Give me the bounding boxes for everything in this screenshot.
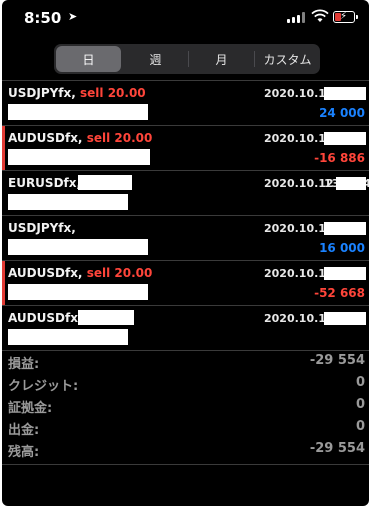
- symbol-text: EURUSDfx,: [8, 176, 82, 190]
- summary-value: 0: [355, 375, 365, 390]
- period-segmented-control[interactable]: 日 週 月 カスタム: [54, 44, 320, 74]
- trade-row[interactable]: AUDUSDfx, sell 20.00 2020.10.12 -52 668: [2, 261, 369, 306]
- battery-icon: ⚡: [333, 11, 358, 23]
- redaction-box: [8, 284, 148, 300]
- redaction-box: [78, 175, 132, 190]
- location-arrow-icon: ➤: [68, 10, 78, 23]
- trade-symbol: AUDUSDfx,: [8, 311, 83, 325]
- redaction-box: [78, 310, 134, 325]
- symbol-text: USDJPYfx,: [8, 86, 76, 100]
- trade-profit: 24 000: [319, 106, 365, 120]
- trade-profit: -16 886: [314, 151, 365, 165]
- redaction-box: [324, 87, 366, 100]
- trade-symbol: AUDUSDfx, sell 20.00: [8, 131, 152, 145]
- summary-value: -29 554: [309, 353, 365, 368]
- trade-symbol: USDJPYfx,: [8, 221, 76, 235]
- trade-symbol: AUDUSDfx, sell 20.00: [8, 266, 152, 280]
- summary-value: 0: [355, 419, 365, 434]
- summary-row: 出金: 0: [2, 417, 369, 439]
- tab-day[interactable]: 日: [56, 46, 121, 72]
- tab-custom[interactable]: カスタム: [255, 44, 320, 74]
- wifi-icon: [311, 9, 329, 22]
- redaction-box: [324, 267, 366, 280]
- summary-label: 出金:: [8, 423, 40, 438]
- trade-history-list: USDJPYfx, sell 20.00 2020.10.12 24 000 A…: [2, 80, 369, 351]
- redaction-box: [8, 329, 128, 345]
- summary-label: 証拠金:: [8, 401, 53, 416]
- redaction-box: [8, 104, 148, 120]
- trade-row[interactable]: EURUSDfx, 2020.10.12 13:09:49: [2, 171, 369, 216]
- summary-label: 残高:: [8, 445, 40, 460]
- trade-row[interactable]: USDJPYfx, 2020.10.12 16 000: [2, 216, 369, 261]
- redaction-box: [324, 132, 366, 145]
- trade-profit: 16 000: [319, 241, 365, 255]
- summary-label: 損益:: [8, 357, 40, 372]
- trade-side: sell 20.00: [80, 86, 146, 100]
- trade-row[interactable]: AUDUSDfx, 2020.10.12: [2, 306, 369, 351]
- summary-row: 残高: -29 554: [2, 439, 369, 461]
- loss-indicator-bar: [2, 126, 5, 170]
- redaction-box: [8, 194, 128, 210]
- tab-month[interactable]: 月: [189, 44, 254, 74]
- summary-row: クレジット: 0: [2, 373, 369, 395]
- summary-label: クレジット:: [8, 379, 79, 394]
- symbol-text: USDJPYfx,: [8, 221, 76, 235]
- symbol-text: AUDUSDfx,: [8, 311, 83, 325]
- trade-symbol: USDJPYfx, sell 20.00: [8, 86, 146, 100]
- account-summary: 損益: -29 554 クレジット: 0 証拠金: 0 出金: 0 残高: -2…: [2, 351, 369, 461]
- summary-row: 損益: -29 554: [2, 351, 369, 373]
- redaction-box: [336, 177, 366, 190]
- loss-indicator-bar: [2, 261, 5, 305]
- status-time: 8:50: [24, 9, 62, 27]
- symbol-text: AUDUSDfx,: [8, 266, 83, 280]
- trade-profit: -52 668: [314, 286, 365, 300]
- redaction-box: [8, 149, 150, 165]
- redaction-box: [324, 222, 366, 235]
- redaction-box: [324, 312, 366, 325]
- redaction-box: [8, 239, 148, 255]
- summary-row: 証拠金: 0: [2, 395, 369, 417]
- symbol-text: AUDUSDfx,: [8, 131, 83, 145]
- trade-symbol: EURUSDfx,: [8, 176, 81, 190]
- summary-value: 0: [355, 397, 365, 412]
- trade-side: sell 20.00: [86, 266, 153, 280]
- summary-value: -29 554: [309, 441, 365, 456]
- trade-row[interactable]: AUDUSDfx, sell 20.00 2020.10.12 -16 886: [2, 126, 369, 171]
- trade-side: sell 20.00: [86, 131, 153, 145]
- bottom-divider: [2, 464, 369, 465]
- cellular-signal-icon: [287, 12, 305, 23]
- tab-week[interactable]: 週: [123, 44, 188, 74]
- trade-row[interactable]: USDJPYfx, sell 20.00 2020.10.12 24 000: [2, 80, 369, 126]
- status-bar: 8:50 ➤ ⚡: [2, 0, 369, 38]
- app-screen: 8:50 ➤ ⚡ 日 週 月 カスタム USDJPYfx, sell 20.00…: [2, 0, 369, 506]
